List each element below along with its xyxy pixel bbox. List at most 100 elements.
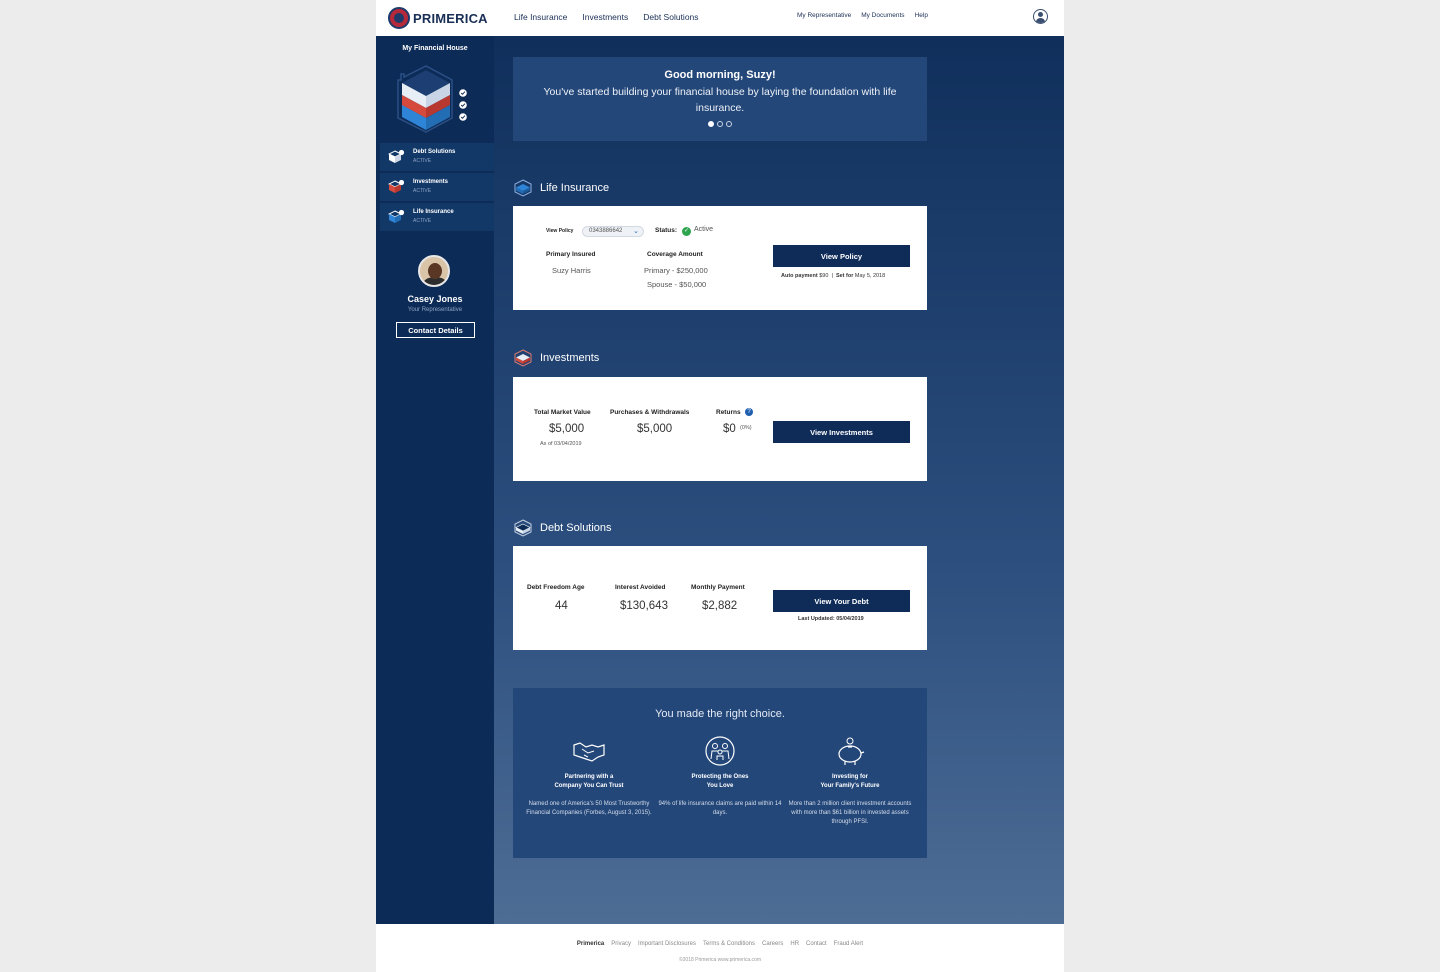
footer-copyright: ©2018 Primerica www.primerica.com	[678, 957, 762, 963]
avatar-face	[428, 263, 442, 279]
life-insurance-heading: Life Insurance	[513, 179, 609, 197]
interest-avoided-value: $130,643	[620, 600, 668, 612]
choice-body: Named one of America's 50 Most Trustwort…	[526, 801, 652, 816]
choice-column-invest: Investing for Your Family's Future More …	[786, 735, 914, 827]
financial-house-icon	[397, 65, 467, 133]
greeting-banner: Good morning, Suzy! You've started build…	[513, 57, 927, 141]
debt-solutions-icon	[388, 149, 405, 163]
choice-body: More than 2 million client investment ac…	[788, 801, 912, 825]
nav-my-documents[interactable]: My Documents	[861, 12, 904, 19]
sidebar-item-status: ACTIVE	[413, 188, 432, 194]
view-your-debt-button[interactable]: View Your Debt	[773, 590, 910, 612]
returns-value: $0	[723, 423, 736, 435]
purchases-withdrawals-label: Purchases & Withdrawals	[610, 409, 690, 416]
footer-link-contact[interactable]: Contact	[806, 941, 827, 947]
nav-debt-solutions[interactable]: Debt Solutions	[643, 12, 698, 22]
chevron-down-icon: ⌄	[633, 228, 639, 235]
setfor-value: May 5, 2018	[854, 273, 886, 279]
debt-solutions-heading: Debt Solutions	[513, 519, 612, 537]
choice-heading-line-2: Company You Can Trust	[554, 783, 624, 789]
sidebar-title: My Financial House	[402, 45, 468, 52]
top-header: PRIMERICA Life Insurance Investments Deb…	[376, 0, 1064, 36]
investments-card: Total Market Value $5,000 As of 03/04/20…	[513, 377, 927, 481]
footer: Primerica Privacy Important Disclosures …	[376, 924, 1064, 972]
carousel-dot-3[interactable]	[726, 121, 732, 127]
family-icon	[705, 736, 735, 766]
coverage-spouse: Spouse - $50,000	[647, 280, 707, 289]
status-value: Active	[694, 226, 714, 233]
right-choice-title: You made the right choice.	[655, 708, 785, 720]
footer-links: Primerica Privacy Important Disclosures …	[376, 941, 1064, 947]
help-icon[interactable]: ?	[745, 408, 753, 416]
contact-details-button[interactable]: Contact Details	[396, 322, 475, 338]
sidebar-item-status: ACTIVE	[413, 218, 432, 224]
choice-heading: Protecting the Ones You Love	[656, 773, 784, 791]
logo-text: PRIMERICA	[413, 10, 488, 26]
life-insurance-section-icon	[514, 179, 532, 197]
choice-column-trust: Partnering with a Company You Can Trust …	[525, 735, 653, 818]
total-market-value: $5,000	[549, 423, 585, 435]
investments-icon	[388, 179, 405, 193]
footer-link-disclosures[interactable]: Important Disclosures	[638, 941, 696, 947]
section-title: Life Insurance	[540, 182, 610, 194]
sidebar-item-status: ACTIVE	[413, 158, 432, 164]
footer-link-privacy[interactable]: Privacy	[611, 941, 631, 947]
primerica-logo[interactable]: PRIMERICA	[388, 7, 488, 29]
right-choice-panel: You made the right choice. Partnering wi…	[513, 688, 927, 858]
footer-link-fraud-alert[interactable]: Fraud Alert	[834, 941, 863, 947]
choice-body: 94% of life insurance claims are paid wi…	[658, 801, 782, 816]
footer-link-careers[interactable]: Careers	[762, 941, 783, 947]
policy-number-select[interactable]: 0343886642 ⌄	[582, 226, 644, 237]
footer-link-hr[interactable]: HR	[790, 941, 799, 947]
view-investments-button[interactable]: View Investments	[773, 421, 910, 443]
user-profile-icon[interactable]	[1033, 9, 1048, 24]
total-market-value-asof: As of 03/04/2019	[540, 441, 582, 447]
sidebar-item-life-insurance[interactable]: Life Insurance ACTIVE	[380, 203, 494, 231]
setfor-label: Set for	[835, 273, 854, 279]
monthly-payment-label: Monthly Payment	[691, 584, 745, 591]
primerica-logo-icon	[388, 7, 410, 29]
footer-link-primerica[interactable]: Primerica	[577, 941, 604, 947]
life-insurance-icon	[388, 209, 405, 223]
total-market-value-label: Total Market Value	[534, 409, 591, 416]
greeting-message: You've started building your financial h…	[543, 86, 897, 114]
autopay-value: $90	[819, 273, 829, 279]
sidebar: My Financial House Debt Solutions ACTIVE…	[376, 36, 494, 924]
choice-heading-line-1: Investing for	[831, 774, 868, 780]
debt-solutions-section-icon	[514, 519, 532, 537]
view-policy-button[interactable]: View Policy	[773, 245, 910, 267]
choice-heading-line-1: Partnering with a	[564, 774, 614, 780]
utility-nav: My Representative My Documents Help	[797, 12, 928, 19]
interest-avoided-label: Interest Avoided	[615, 584, 666, 591]
nav-my-representative[interactable]: My Representative	[797, 12, 851, 19]
purchases-withdrawals-value: $5,000	[637, 423, 673, 435]
view-policy-label: View Policy	[546, 228, 574, 234]
choice-heading: Investing for Your Family's Future	[786, 773, 914, 791]
debt-freedom-age-value: 44	[555, 600, 568, 612]
last-updated: Last Updated: 05/04/2019	[798, 616, 864, 622]
sidebar-item-investments[interactable]: Investments ACTIVE	[380, 173, 494, 201]
sidebar-item-label: Investments	[413, 179, 449, 185]
nav-investments[interactable]: Investments	[582, 12, 628, 22]
handshake-icon	[573, 742, 605, 762]
carousel-dot-2[interactable]	[717, 121, 723, 127]
investments-section-icon	[514, 349, 532, 367]
choice-column-protect: Protecting the Ones You Love 94% of life…	[656, 735, 784, 818]
nav-life-insurance[interactable]: Life Insurance	[514, 12, 567, 22]
sidebar-item-debt-solutions[interactable]: Debt Solutions ACTIVE	[380, 143, 494, 171]
choice-heading-line-1: Protecting the Ones	[691, 774, 749, 780]
check-circle-icon: ✓	[682, 227, 691, 236]
carousel-dots	[513, 121, 927, 127]
investments-heading: Investments	[513, 349, 599, 367]
coverage-primary: Primary - $250,000	[644, 266, 708, 275]
choice-heading-line-2: Your Family's Future	[820, 783, 880, 789]
life-insurance-card: View Policy 0343886642 ⌄ Status: ✓ Activ…	[513, 206, 927, 310]
content-area: My Financial House Debt Solutions ACTIVE…	[376, 36, 1064, 924]
representative-avatar	[418, 255, 450, 287]
footer-link-terms[interactable]: Terms & Conditions	[703, 941, 755, 947]
divider: |	[829, 273, 835, 279]
carousel-dot-1[interactable]	[708, 121, 714, 127]
nav-help[interactable]: Help	[915, 12, 928, 19]
representative-title: Your Representative	[407, 307, 463, 313]
debt-solutions-card: Debt Freedom Age 44 Interest Avoided $13…	[513, 546, 927, 650]
